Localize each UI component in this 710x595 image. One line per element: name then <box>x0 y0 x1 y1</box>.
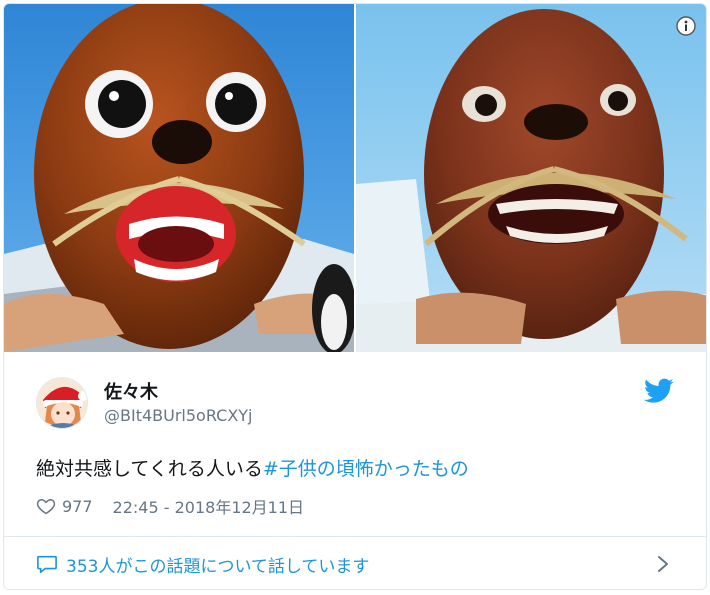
twitter-bird-icon[interactable] <box>644 378 674 404</box>
conversation-link[interactable]: 353人がこの話題について話しています <box>4 537 706 589</box>
tweet-photo-right[interactable] <box>356 4 706 352</box>
chevron-right-icon[interactable] <box>656 554 670 574</box>
like-count[interactable]: 977 <box>62 497 93 516</box>
tweet-meta: 977 22:45 - 2018年12月11日 <box>36 494 304 518</box>
hashtag-link[interactable]: #子供の頃怖かったもの <box>263 458 469 480</box>
screen-name[interactable]: @BIt4BUrl5oRCXYj <box>104 406 253 425</box>
avatar[interactable] <box>36 377 88 429</box>
tweet-text-body: 絶対共感してくれる人いる <box>36 458 263 480</box>
tweet-media-grid[interactable] <box>4 4 706 352</box>
tweet-text: 絶対共感してくれる人いる#子供の頃怖かったもの <box>36 454 469 481</box>
speech-bubble-icon <box>37 555 57 573</box>
timestamp[interactable]: 22:45 - 2018年12月11日 <box>113 494 305 518</box>
embedded-tweet-card[interactable]: 佐々木 @BIt4BUrl5oRCXYj 絶対共感してくれる人いる#子供の頃怖か… <box>3 3 707 590</box>
info-icon[interactable] <box>676 16 696 36</box>
conversation-link-label[interactable]: 353人がこの話題について話しています <box>66 552 369 577</box>
tweet-header: 佐々木 @BIt4BUrl5oRCXYj <box>4 364 706 436</box>
tweet-photo-left[interactable] <box>4 4 354 352</box>
heart-icon[interactable] <box>36 496 56 516</box>
display-name[interactable]: 佐々木 <box>104 378 158 404</box>
